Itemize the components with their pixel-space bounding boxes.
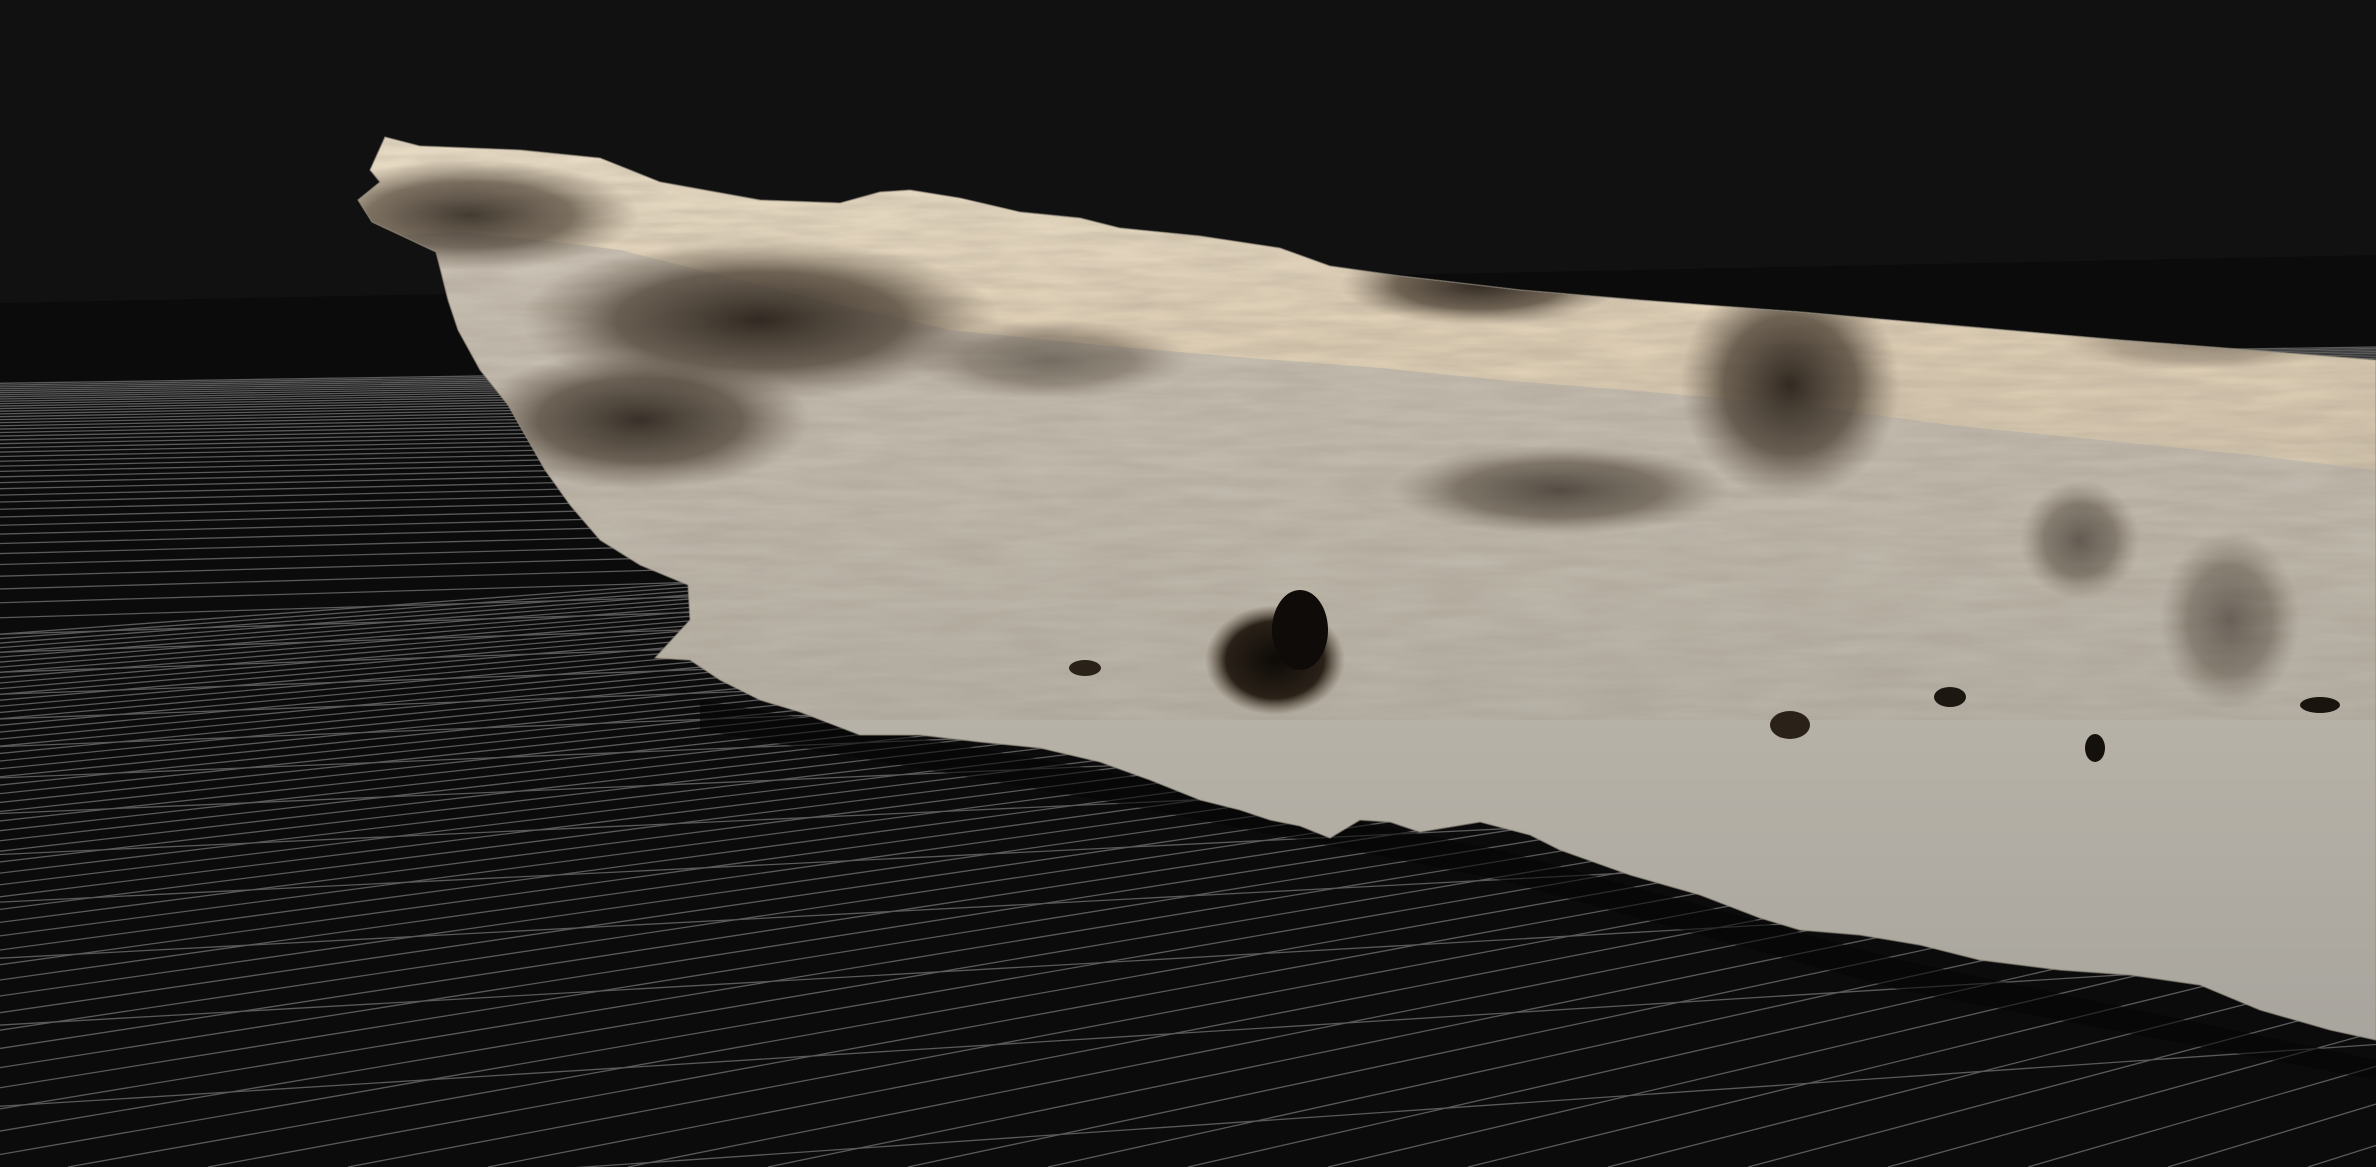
knot-hole [2300, 697, 2340, 713]
rot-patch [910, 320, 1190, 400]
knot-hole [2085, 734, 2105, 762]
rot-patch [2020, 480, 2140, 600]
knot-hole [1069, 660, 1101, 676]
3d-viewport[interactable] [0, 0, 2376, 1167]
knot-hole [1770, 711, 1810, 739]
rot-patch [2160, 530, 2300, 710]
rot-patch [1390, 445, 1730, 535]
knot-hole [1934, 687, 1966, 707]
scene-canvas[interactable] [0, 0, 2376, 1167]
knot-hole [1272, 590, 1328, 670]
